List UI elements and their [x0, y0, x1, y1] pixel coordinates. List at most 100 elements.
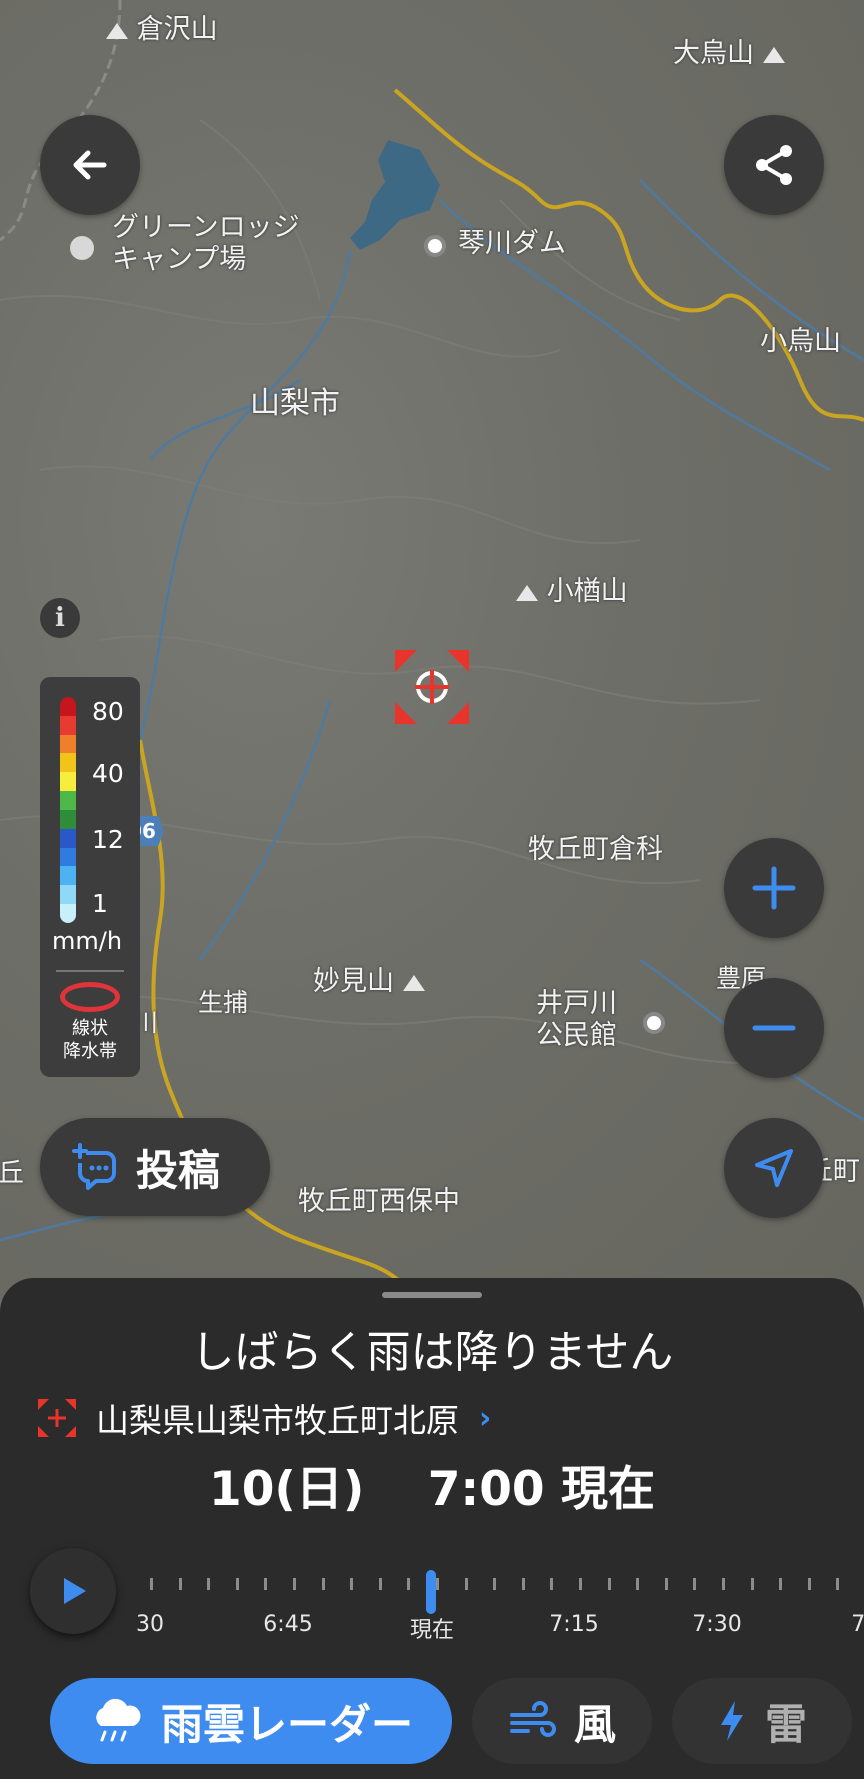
place-kotokawa-dam: 琴川ダム	[458, 228, 566, 259]
timeline-tick	[521, 1578, 525, 1590]
mountain-icon	[402, 974, 425, 991]
chevron-right-icon: ›	[479, 1400, 492, 1436]
timeline-label: 7:	[851, 1612, 864, 1637]
plus-icon	[752, 866, 796, 910]
legend-band-label: 線状 降水帯	[63, 1018, 117, 1063]
timeline-tick	[178, 1578, 182, 1590]
tab-rain-radar[interactable]: 雨雲レーダー	[50, 1678, 452, 1764]
place-green-lodge: グリーンロッジ キャンプ場	[112, 212, 300, 276]
timeline-now-marker[interactable]	[426, 1570, 436, 1614]
campsite-icon	[70, 236, 94, 260]
mountain-icon	[106, 22, 128, 39]
share-icon	[756, 145, 792, 185]
timeline-label: 7:30	[692, 1612, 742, 1637]
timeline-tick	[779, 1578, 783, 1590]
map-view[interactable]: 倉沢山 大烏山 グリーンロッジ キャンプ場 琴川ダム 小烏山 山梨市 小楢山 牧…	[0, 0, 864, 1300]
peak-kurasawayama: 倉沢山	[106, 14, 218, 46]
legend-color-bar	[60, 697, 76, 923]
place-makioka-nishiyasunaka: 牧丘町西保中	[298, 1186, 460, 1217]
mountain-icon	[516, 584, 538, 601]
timestamp: 10(日) 7:00 現在	[209, 1462, 655, 1517]
tab-thunder[interactable]: 雷	[672, 1678, 852, 1764]
timeline-tick	[722, 1578, 725, 1590]
post-bubble-icon	[72, 1143, 116, 1190]
timeline-tick	[493, 1578, 497, 1590]
place-kotoriyama: 小烏山	[760, 326, 841, 357]
peak-kotsugayama: 小楢山	[516, 576, 628, 608]
timeline-tick	[264, 1578, 268, 1590]
timeline-tick	[378, 1578, 382, 1590]
legend-color-segment	[60, 885, 76, 905]
lightning-icon	[720, 1701, 743, 1741]
peak-oshimayama: 大烏山	[673, 38, 785, 70]
timeline-label: 7:15	[549, 1612, 599, 1637]
timeline-tick	[550, 1578, 554, 1590]
tab-rain-radar-label: 雨雲レーダー	[160, 1699, 413, 1749]
legend-value: 1	[92, 889, 108, 918]
post-label: 投稿	[136, 1145, 221, 1195]
forecast-sheet[interactable]: しばらく雨は降りません 山梨県山梨市牧丘町北原 › 10(日) 7:00 現在 …	[0, 1278, 864, 1658]
timeline-tick	[693, 1578, 697, 1590]
place-yamanashi-city: 山梨市	[250, 386, 340, 421]
layer-tab-bar: 雨雲レーダー 風 雷	[0, 1658, 864, 1779]
timeline-tick	[321, 1578, 325, 1590]
share-button[interactable]	[724, 115, 824, 215]
timeline-label: 6:45	[263, 1612, 313, 1637]
zoom-out-button[interactable]	[724, 978, 824, 1078]
timeline-label: 現在	[409, 1618, 455, 1643]
forecast-headline: しばらく雨は降りません	[190, 1327, 674, 1378]
post-button[interactable]: 投稿	[40, 1118, 270, 1216]
location-arrow-icon	[755, 1149, 793, 1187]
place-makioka-kurashina: 牧丘町倉科	[528, 834, 663, 865]
location-row[interactable]: 山梨県山梨市牧丘町北原 ›	[38, 1394, 491, 1442]
legend-color-segment	[60, 866, 76, 886]
place-ikuho: 生捕	[198, 988, 249, 1017]
legend-color-segment	[60, 772, 76, 792]
legend-value: 80	[92, 697, 124, 726]
dam-lake	[350, 140, 440, 250]
zoom-in-button[interactable]	[724, 838, 824, 938]
legend-color-segment	[60, 847, 76, 867]
legend-unit: mm/h	[52, 927, 123, 955]
legend-color-segment	[60, 715, 76, 735]
timeline-tick	[607, 1578, 611, 1590]
timeline-tick	[464, 1578, 468, 1590]
timeline-tick	[207, 1578, 211, 1590]
back-button[interactable]	[40, 115, 140, 215]
sheet-handle[interactable]	[382, 1292, 482, 1298]
timeline-tick	[636, 1578, 640, 1590]
legend-value: 12	[92, 825, 124, 854]
timeline-label: 30	[136, 1612, 164, 1637]
timeline-tick	[350, 1578, 354, 1590]
legend-color-segment	[60, 828, 76, 848]
peak-myokenzan: 妙見山	[313, 966, 425, 998]
timeline-slider[interactable]: 30 6:45 現在 7:15 7:30 7:	[0, 1548, 864, 1643]
crosshair-icon	[395, 650, 469, 724]
wind-icon	[509, 1701, 556, 1737]
tab-wind[interactable]: 風	[472, 1678, 652, 1764]
location-label: 山梨県山梨市牧丘町北原	[96, 1401, 459, 1440]
legend-divider	[56, 970, 124, 972]
timeline-tick	[150, 1578, 153, 1590]
timeline-tick	[407, 1578, 411, 1590]
play-button[interactable]	[30, 1548, 116, 1634]
info-icon[interactable]: i	[40, 598, 80, 638]
tab-wind-label: 風	[573, 1699, 616, 1749]
timeline-tick	[436, 1578, 439, 1590]
rain-cloud-icon	[96, 1698, 141, 1742]
landmark-dot	[643, 1012, 665, 1034]
legend-color-segment	[60, 697, 76, 716]
landmark-dot	[424, 235, 446, 257]
legend-color-segment	[60, 904, 76, 923]
place-idogawa-hall: 井戸川 公民館	[536, 988, 617, 1052]
timeline-tick	[664, 1578, 668, 1590]
timeline-tick	[836, 1578, 840, 1590]
timeline-tick	[750, 1578, 754, 1590]
locate-button[interactable]	[724, 1118, 824, 1218]
tab-thunder-label: 雷	[764, 1699, 807, 1749]
legend-color-segment	[60, 734, 76, 754]
legend-color-segment	[60, 753, 76, 773]
legend-color-segment	[60, 791, 76, 810]
timeline-tick	[293, 1578, 296, 1590]
arrow-left-icon	[73, 150, 107, 180]
